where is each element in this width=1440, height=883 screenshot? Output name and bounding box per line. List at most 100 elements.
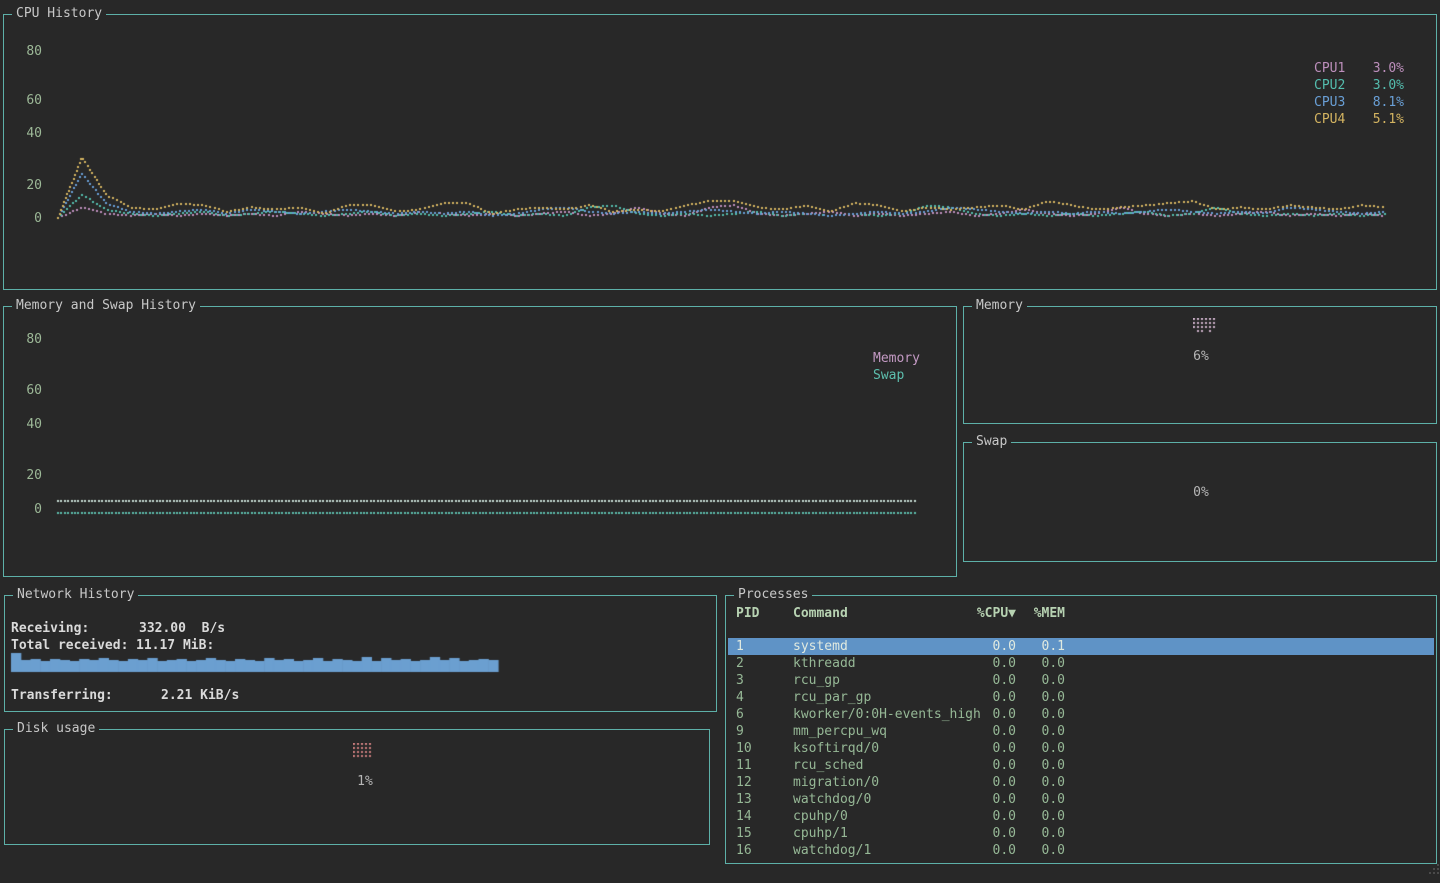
disk-usage-panel: Disk usage 1%	[4, 729, 710, 845]
process-pid: 12	[736, 774, 752, 791]
process-pid: 9	[736, 723, 744, 740]
process-command: watchdog/0	[793, 791, 871, 808]
process-mem: 0.0	[1023, 723, 1065, 740]
process-pid: 3	[736, 672, 744, 689]
process-mem: 0.0	[1023, 825, 1065, 842]
disk-percent: 1%	[345, 774, 385, 790]
process-command: rcu_par_gp	[793, 689, 871, 706]
total-received-value: 11.17 MiB:	[136, 638, 214, 654]
process-mem: 0.0	[1023, 808, 1065, 825]
process-pid: 15	[736, 825, 752, 842]
process-command: ksoftirqd/0	[793, 740, 879, 757]
swap-panel-title: Swap	[972, 434, 1011, 450]
disk-usage-title: Disk usage	[13, 721, 99, 737]
process-pid: 16	[736, 842, 752, 859]
network-history-panel: Network History Receiving: 332.00 B/s To…	[4, 595, 717, 712]
process-command: migration/0	[793, 774, 879, 791]
process-mem: 0.0	[1023, 740, 1065, 757]
process-cpu: 0.0	[958, 740, 1016, 757]
memory-panel: Memory 6%	[963, 306, 1437, 424]
memory-legend-label: Memory	[873, 351, 920, 367]
process-mem: 0.0	[1023, 706, 1065, 723]
process-row[interactable]: 4 rcu_par_gp 0.0 0.0	[728, 689, 1434, 706]
transferring-value: 2.21 KiB/s	[161, 688, 239, 704]
process-command: cpuhp/0	[793, 808, 848, 825]
cpu2-legend-label: CPU2	[1314, 78, 1345, 94]
disk-usage-dots-icon	[353, 743, 373, 759]
system-monitor-window: CPU History 80 60 40 20 0 CPU1 3.0% CPU2…	[0, 0, 1440, 883]
window-resize-grip[interactable]	[1429, 864, 1439, 874]
process-command: systemd	[793, 638, 848, 655]
swap-legend-label: Swap	[873, 368, 904, 384]
cpu4-legend-label: CPU4	[1314, 112, 1345, 128]
process-cpu: 0.0	[958, 842, 1016, 859]
process-command: kworker/0:0H-events_high	[793, 706, 981, 723]
process-row[interactable]: 15 cpuhp/1 0.0 0.0	[728, 825, 1434, 842]
process-cpu: 0.0	[958, 689, 1016, 706]
process-mem: 0.0	[1023, 655, 1065, 672]
process-mem: 0.0	[1023, 791, 1065, 808]
process-pid: 4	[736, 689, 744, 706]
process-mem: 0.0	[1023, 672, 1065, 689]
process-mem: 0.0	[1023, 689, 1065, 706]
process-row[interactable]: 10 ksoftirqd/0 0.0 0.0	[728, 740, 1434, 757]
process-row[interactable]: 11 rcu_sched 0.0 0.0	[728, 757, 1434, 774]
process-row[interactable]: 12 migration/0 0.0 0.0	[728, 774, 1434, 791]
transferring-label: Transferring:	[11, 688, 113, 704]
process-row[interactable]: 14 cpuhp/0 0.0 0.0	[728, 808, 1434, 825]
process-cpu: 0.0	[958, 723, 1016, 740]
process-pid: 10	[736, 740, 752, 757]
process-cpu: 0.0	[958, 757, 1016, 774]
process-command: cpuhp/1	[793, 825, 848, 842]
process-row[interactable]: 2 kthreadd 0.0 0.0	[728, 655, 1434, 672]
process-mem: 0.0	[1023, 757, 1065, 774]
process-command: rcu_sched	[793, 757, 863, 774]
process-command: watchdog/1	[793, 842, 871, 859]
cpu1-legend-value: 3.0%	[1361, 61, 1404, 77]
receiving-label: Receiving:	[11, 621, 89, 637]
process-row[interactable]: 3 rcu_gp 0.0 0.0	[728, 672, 1434, 689]
process-cpu: 0.0	[958, 774, 1016, 791]
process-row[interactable]: 6 kworker/0:0H-events_high 0.0 0.0	[728, 706, 1434, 723]
processes-panel: Processes PID Command %CPU▼ %MEM 1 syste…	[725, 595, 1437, 864]
memory-percent: 6%	[1181, 349, 1221, 365]
cpu3-legend-value: 8.1%	[1361, 95, 1404, 111]
memory-swap-chart	[4, 307, 956, 576]
process-pid: 6	[736, 706, 744, 723]
cpu1-legend-label: CPU1	[1314, 61, 1345, 77]
process-cpu: 0.0	[958, 706, 1016, 723]
memory-swap-history-panel: Memory and Swap History 80 60 40 20 0 Me…	[3, 306, 957, 577]
process-cpu: 0.0	[958, 638, 1016, 655]
process-command: rcu_gp	[793, 672, 840, 689]
receiving-value: 332.00 B/s	[139, 621, 225, 637]
process-row[interactable]: 13 watchdog/0 0.0 0.0	[728, 791, 1434, 808]
process-mem: 0.0	[1023, 774, 1065, 791]
process-table-body: 1 systemd 0.0 0.1 2 kthreadd 0.0 0.0 3 r…	[726, 596, 1436, 863]
memory-panel-title: Memory	[972, 298, 1027, 314]
swap-percent: 0%	[1181, 485, 1221, 501]
process-pid: 14	[736, 808, 752, 825]
process-pid: 13	[736, 791, 752, 808]
process-mem: 0.0	[1023, 842, 1065, 859]
memory-usage-dots-icon	[1193, 318, 1217, 334]
process-row[interactable]: 16 watchdog/1 0.0 0.0	[728, 842, 1434, 859]
process-pid: 11	[736, 757, 752, 774]
process-cpu: 0.0	[958, 655, 1016, 672]
process-cpu: 0.0	[958, 791, 1016, 808]
process-command: mm_percpu_wq	[793, 723, 887, 740]
total-received-label: Total received:	[11, 638, 128, 654]
process-row[interactable]: 1 systemd 0.0 0.1	[728, 638, 1434, 655]
process-cpu: 0.0	[958, 672, 1016, 689]
cpu2-legend-value: 3.0%	[1361, 78, 1404, 94]
cpu-history-chart	[4, 15, 1436, 289]
process-cpu: 0.0	[958, 808, 1016, 825]
process-row[interactable]: 9 mm_percpu_wq 0.0 0.0	[728, 723, 1434, 740]
process-pid: 2	[736, 655, 744, 672]
process-cpu: 0.0	[958, 825, 1016, 842]
swap-panel: Swap 0%	[963, 442, 1437, 562]
cpu4-legend-value: 5.1%	[1361, 112, 1404, 128]
process-mem: 0.1	[1023, 638, 1065, 655]
cpu-history-panel: CPU History 80 60 40 20 0 CPU1 3.0% CPU2…	[3, 14, 1437, 290]
process-pid: 1	[736, 638, 744, 655]
cpu3-legend-label: CPU3	[1314, 95, 1345, 111]
